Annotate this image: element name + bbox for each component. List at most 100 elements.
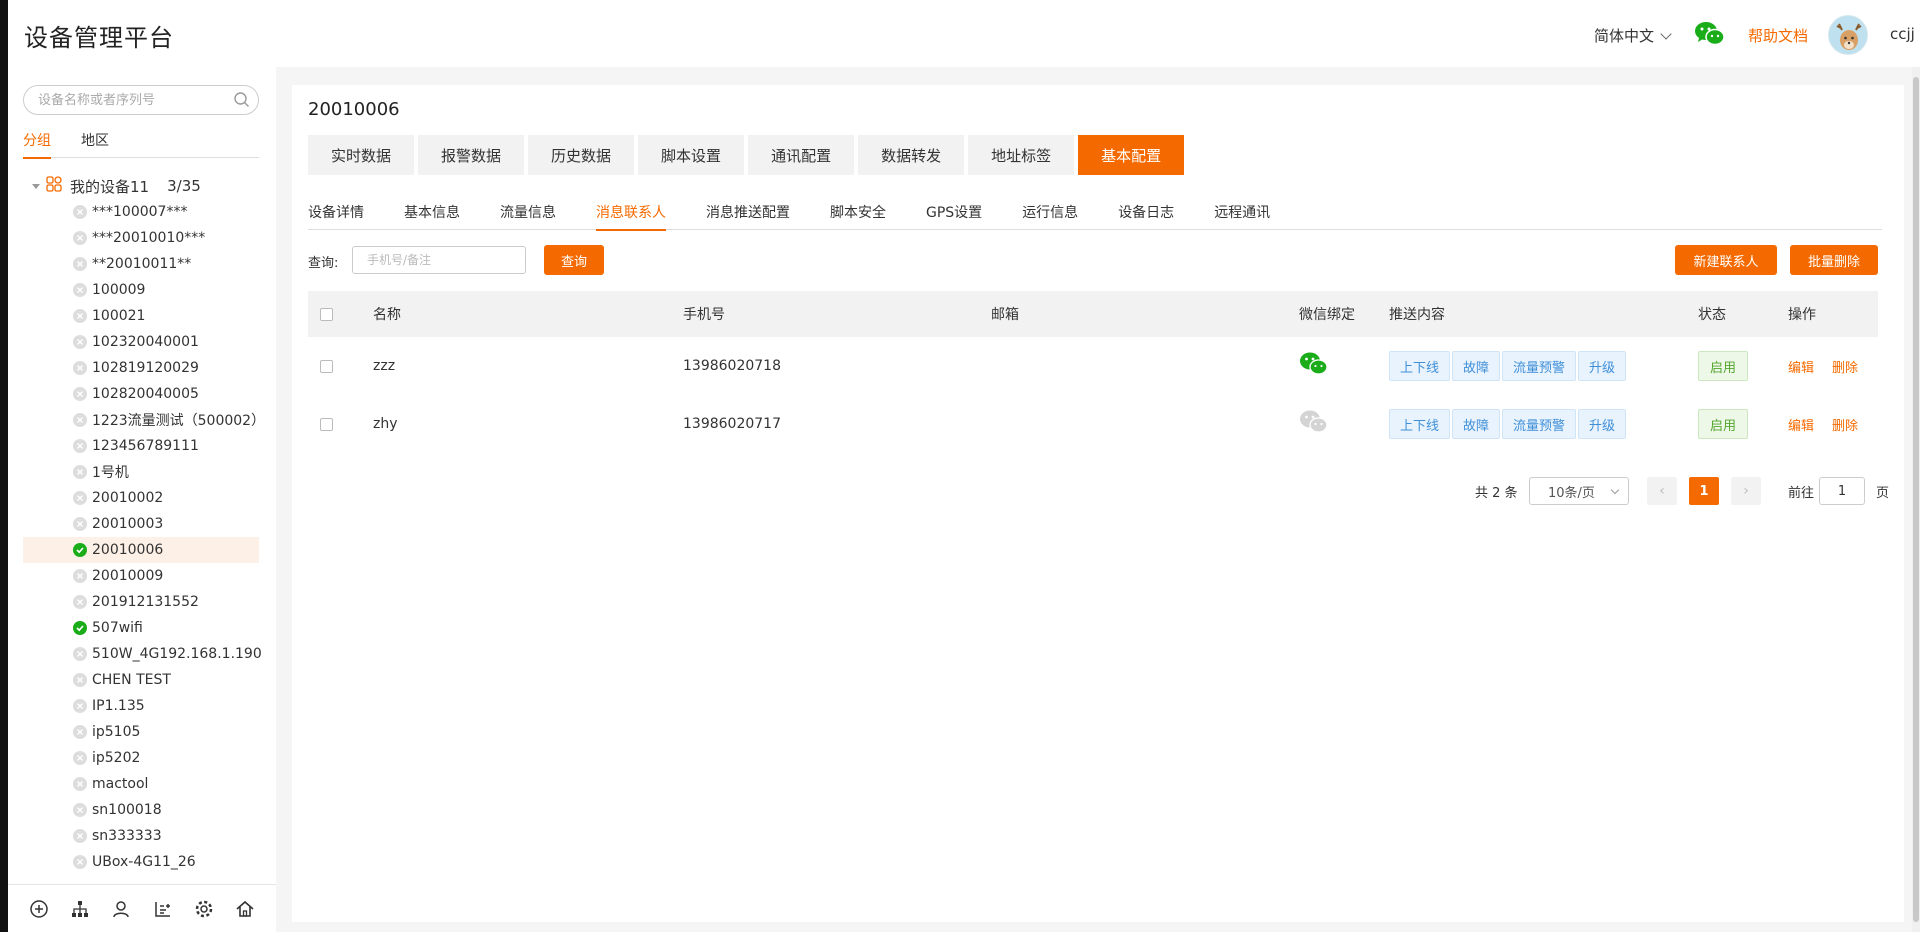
push-tag-upgrade: 升级: [1578, 351, 1627, 381]
tree-item-device[interactable]: 20010006: [23, 537, 259, 563]
subtab-device-details[interactable]: 设备详情: [308, 197, 364, 230]
table-row: zhy 13986020717 上下线 故障 流量预警 升级 启用 编辑 删除: [308, 395, 1878, 453]
tree-item-device[interactable]: 102820040005: [23, 381, 259, 407]
goto-page-input[interactable]: [1819, 477, 1865, 505]
tree-item-device[interactable]: 20010002: [23, 485, 259, 511]
tab-comm-config[interactable]: 通讯配置: [748, 135, 855, 175]
avatar[interactable]: [1828, 15, 1868, 55]
tree-item-device[interactable]: 510W_4G192.168.1.190: [23, 641, 262, 667]
username[interactable]: ccjj: [1890, 25, 1915, 43]
wechat-unbound-icon: [1299, 409, 1389, 439]
tab-basic-config[interactable]: 基本配置: [1078, 135, 1185, 175]
settings-gear-icon[interactable]: [193, 898, 215, 920]
tree-item-device[interactable]: mactool: [23, 771, 259, 797]
tree-item-label: 123456789111: [92, 438, 199, 454]
tree-item-device[interactable]: 201912131552: [23, 589, 259, 615]
tab-region[interactable]: 地区: [81, 130, 109, 158]
tree-item-label: 1223流量测试（500002）: [92, 413, 266, 429]
tree-item-device[interactable]: CHEN TEST: [23, 667, 259, 693]
next-page-button[interactable]: ›: [1731, 477, 1761, 505]
subtab-gps-settings[interactable]: GPS设置: [926, 197, 982, 230]
tab-history-data[interactable]: 历史数据: [528, 135, 635, 175]
tree-item-device[interactable]: UBox-4G11_26: [23, 849, 259, 875]
search-icon[interactable]: [233, 91, 251, 113]
status-badge: 启用: [1698, 409, 1748, 439]
home-icon[interactable]: [234, 898, 256, 920]
tree-item-device[interactable]: **20010011**: [23, 251, 259, 277]
tree-item-label: 201912131552: [92, 594, 199, 610]
subtab-message-contacts[interactable]: 消息联系人: [596, 197, 666, 231]
delete-link[interactable]: 删除: [1832, 357, 1858, 376]
select-all-checkbox[interactable]: [320, 307, 333, 321]
tree-item-device[interactable]: 20010003: [23, 511, 259, 537]
language-label: 简体中文: [1594, 27, 1655, 45]
subtab-traffic-info[interactable]: 流量信息: [500, 197, 556, 230]
tree-item-device[interactable]: 507wifi: [23, 615, 259, 641]
top-tabs: 实时数据 报警数据 历史数据 脚本设置 通讯配置 数据转发 地址标签 基本配置: [308, 135, 1185, 175]
tree-root-label: 我的设备11: [70, 177, 150, 196]
tab-realtime-data[interactable]: 实时数据: [308, 135, 415, 175]
subtab-script-security[interactable]: 脚本安全: [830, 197, 886, 230]
subtab-basic-info[interactable]: 基本信息: [404, 197, 460, 230]
top-header: 设备管理平台 简体中文 帮助文档 ccjj: [8, 0, 1920, 67]
subtab-remote-comm[interactable]: 远程通讯: [1214, 197, 1270, 230]
tree-item-device[interactable]: sn100018: [23, 797, 259, 823]
list-settings-icon[interactable]: [152, 898, 174, 920]
device-search-input[interactable]: [23, 85, 259, 115]
push-tag-traffic-warning: 流量预警: [1502, 409, 1577, 439]
org-tree-icon[interactable]: [69, 898, 91, 920]
prev-page-button[interactable]: ‹: [1647, 477, 1677, 505]
caret-down-icon[interactable]: [32, 183, 40, 189]
subtab-device-log[interactable]: 设备日志: [1118, 197, 1174, 230]
main-panel: 20010006 实时数据 报警数据 历史数据 脚本设置 通讯配置 数据转发 地…: [292, 85, 1904, 922]
tree-item-device[interactable]: 20010009: [23, 563, 259, 589]
subtab-run-info[interactable]: 运行信息: [1022, 197, 1078, 230]
row-checkbox[interactable]: [320, 359, 333, 373]
row-checkbox[interactable]: [320, 417, 333, 431]
tree-item-device[interactable]: 102320040001: [23, 329, 259, 355]
add-circle-icon[interactable]: [28, 898, 50, 920]
tree-item-device[interactable]: 1223流量测试（500002）: [23, 407, 265, 433]
vertical-scrollbar[interactable]: [1912, 67, 1920, 932]
push-tag-online-offline: 上下线: [1389, 409, 1451, 439]
batch-delete-button[interactable]: 批量删除: [1790, 245, 1878, 275]
tree-item-label: 102819120029: [92, 360, 199, 376]
offline-x-icon: [73, 855, 87, 869]
tab-script-settings[interactable]: 脚本设置: [638, 135, 745, 175]
scrollbar-thumb[interactable]: [1913, 77, 1919, 922]
edit-link[interactable]: 编辑: [1788, 357, 1814, 376]
phone-remark-search-input[interactable]: [352, 246, 526, 274]
tree-item-device[interactable]: IP1.135: [23, 693, 259, 719]
tree-item-device[interactable]: 102819120029: [23, 355, 259, 381]
delete-link[interactable]: 删除: [1832, 415, 1858, 434]
push-tag-fault: 故障: [1452, 351, 1501, 381]
edit-link[interactable]: 编辑: [1788, 415, 1814, 434]
language-selector[interactable]: 简体中文: [1594, 25, 1672, 46]
tree-item-device[interactable]: 123456789111: [23, 433, 259, 459]
tree-item-label: ip5105: [92, 724, 141, 740]
tree-item-device[interactable]: 100009: [23, 277, 259, 303]
page-number-current[interactable]: 1: [1689, 477, 1719, 505]
contact-name: zzz: [373, 358, 396, 374]
offline-x-icon: [73, 335, 87, 349]
help-docs-link[interactable]: 帮助文档: [1748, 25, 1808, 46]
tab-address-tags[interactable]: 地址标签: [968, 135, 1075, 175]
tree-item-device[interactable]: 1号机: [23, 459, 259, 485]
tree-item-device[interactable]: ip5202: [23, 745, 259, 771]
tree-item-device[interactable]: 100021: [23, 303, 259, 329]
tree-item-device[interactable]: sn333333: [23, 823, 259, 849]
offline-x-icon: [73, 361, 87, 375]
user-icon[interactable]: [110, 898, 132, 920]
tree-item-device[interactable]: ip5105: [23, 719, 259, 745]
page-size-select[interactable]: 10条/页: [1529, 477, 1629, 505]
tab-group[interactable]: 分组: [23, 130, 51, 159]
tree-item-device[interactable]: ***100007***: [23, 199, 259, 225]
query-button[interactable]: 查询: [544, 245, 604, 275]
tab-data-forwarding[interactable]: 数据转发: [858, 135, 965, 175]
subtab-push-config[interactable]: 消息推送配置: [706, 197, 790, 230]
tree-root-my-devices[interactable]: 我的设备11 3/35: [23, 173, 259, 199]
tab-alarm-data[interactable]: 报警数据: [418, 135, 525, 175]
wechat-icon[interactable]: [1694, 20, 1726, 52]
tree-item-device[interactable]: ***20010010***: [23, 225, 259, 251]
new-contact-button[interactable]: 新建联系人: [1675, 245, 1777, 275]
